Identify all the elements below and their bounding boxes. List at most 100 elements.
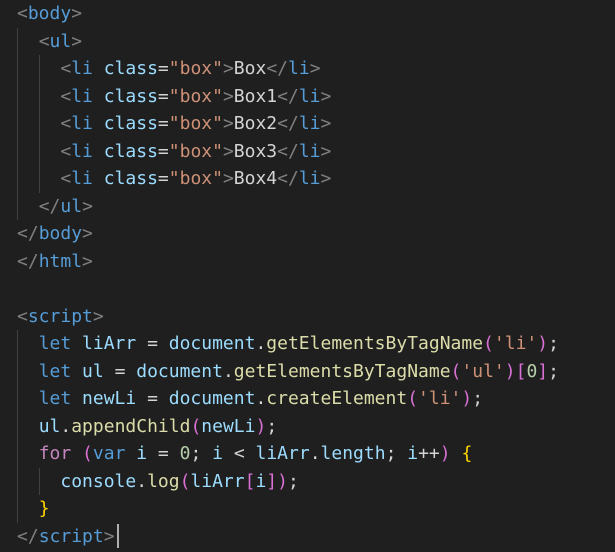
code-token: > [222, 113, 234, 134]
code-token: i [136, 443, 148, 464]
code-token: = [157, 58, 169, 79]
code-line[interactable]: </body> [17, 220, 93, 248]
code-token: 'ul' [461, 360, 505, 382]
code-line[interactable]: console.log(liArr[i]); [17, 468, 299, 496]
code-token: "box" [168, 168, 223, 189]
code-line[interactable]: ul.appendChild(newLi); [17, 413, 277, 441]
code-token: > [71, 30, 83, 52]
code-token: ) [537, 333, 549, 354]
code-token: var [92, 443, 126, 464]
code-token: = [157, 140, 169, 162]
code-token: ( [179, 470, 191, 492]
code-token: ; [385, 443, 408, 464]
code-token: </ [17, 223, 39, 244]
code-token: li [298, 113, 321, 134]
code-token: ++ [418, 443, 440, 464]
code-token: </ [277, 113, 299, 134]
code-token: ; [548, 360, 559, 382]
code-token: for [38, 443, 72, 464]
text-caret [117, 524, 119, 548]
code-token: Box [233, 58, 267, 79]
code-line[interactable]: <li class="box">Box</li> [17, 55, 320, 83]
code-token: < [17, 3, 28, 24]
code-token: > [103, 525, 115, 547]
code-token: < [222, 443, 256, 464]
code-token: li [298, 168, 321, 189]
code-token: } [38, 498, 50, 519]
code-token: </ [266, 58, 288, 79]
code-token: { [461, 443, 473, 464]
code-token: script [38, 525, 104, 547]
code-line[interactable]: <body> [17, 0, 82, 28]
code-token: ) [461, 388, 473, 409]
code-line[interactable]: <li class="box">Box3</li> [17, 138, 331, 166]
code-token: ; [472, 388, 484, 409]
code-line[interactable]: for (var i = 0; i < liArr.length; i++) { [17, 440, 473, 468]
code-token: let [38, 388, 72, 409]
code-token: ; [190, 443, 213, 464]
code-token: class [103, 58, 158, 79]
code-token: </ [277, 140, 299, 162]
code-token: newLi [201, 415, 256, 437]
code-token: getElementsByTagName [266, 333, 484, 354]
code-line[interactable]: <script> [17, 303, 104, 331]
code-token: </ [17, 525, 39, 547]
code-line[interactable]: let newLi = document.createElement('li')… [17, 385, 483, 413]
code-token: body [38, 223, 83, 244]
code-token: ul [60, 195, 83, 217]
code-token: > [320, 168, 332, 189]
code-line[interactable]: <li class="box">Box4</li> [17, 165, 331, 193]
code-line[interactable]: </ul> [17, 193, 93, 221]
code-token: ; [287, 470, 299, 492]
code-token: ul [38, 415, 61, 437]
code-token: = [157, 168, 169, 189]
code-token: ) [255, 415, 267, 437]
code-line[interactable]: <li class="box">Box2</li> [17, 110, 331, 138]
code-token: > [82, 195, 93, 217]
code-token: newLi [82, 388, 137, 409]
code-line[interactable]: let ul = document.getElementsByTagName('… [17, 358, 559, 386]
code-token: ( [82, 443, 93, 464]
code-line[interactable]: } [17, 495, 50, 523]
code-token: appendChild [71, 415, 191, 437]
code-token: console [60, 470, 137, 492]
code-token: = [147, 443, 180, 464]
code-token: > [71, 3, 83, 24]
code-line[interactable]: let liArr = document.getElementsByTagNam… [17, 330, 559, 358]
code-token: let [38, 333, 72, 354]
code-token: ) [504, 360, 516, 382]
code-token: class [103, 168, 158, 189]
code-token: li [298, 85, 321, 107]
code-token: = [103, 360, 137, 382]
code-token: 'li' [418, 388, 462, 409]
code-token: script [27, 305, 93, 327]
code-token: createElement [266, 388, 408, 409]
code-line[interactable]: <ul> [17, 28, 82, 56]
code-token: < [60, 168, 72, 189]
code-token: ( [483, 333, 494, 354]
code-line[interactable]: </script> [17, 523, 115, 551]
code-token: > [222, 168, 234, 189]
code-line[interactable]: </html> [17, 248, 93, 276]
code-token: </ [17, 250, 39, 272]
code-line[interactable]: <li class="box">Box1</li> [17, 83, 331, 111]
code-token: class [103, 140, 158, 162]
code-token: liArr [255, 443, 310, 464]
code-token: ) [277, 470, 288, 492]
code-editor[interactable]: <body> <ul> <li class="box">Box</li> <li… [0, 0, 615, 552]
code-token: . [136, 470, 148, 492]
code-token: < [60, 140, 72, 162]
code-token: li [71, 58, 93, 79]
code-token: > [320, 140, 332, 162]
code-token: < [17, 305, 28, 327]
